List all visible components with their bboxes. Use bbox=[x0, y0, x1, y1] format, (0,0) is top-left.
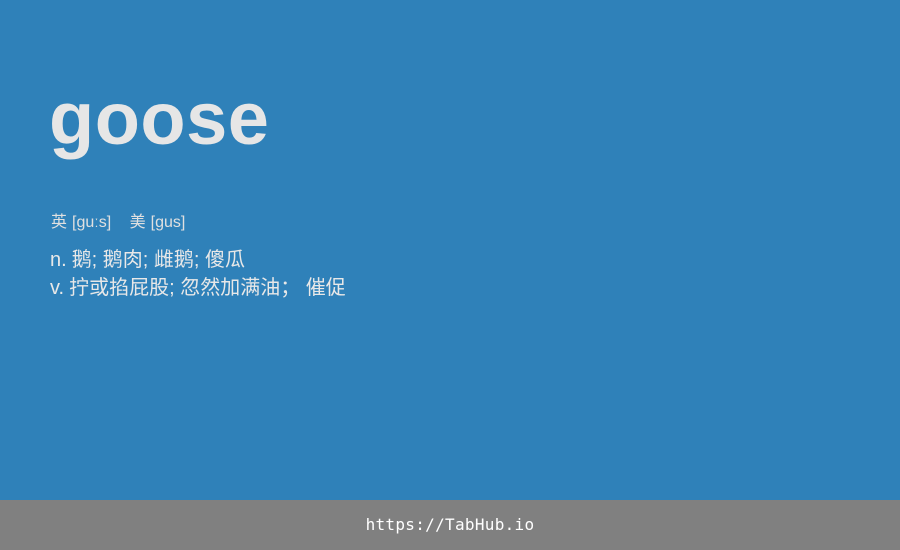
phonetic-uk: 英 [guːs] bbox=[51, 213, 111, 233]
word-title: goose bbox=[49, 77, 270, 160]
definition-verb: v. 拧或掐屁股; 忽然加满油； 催促 bbox=[50, 274, 346, 302]
tabhub-link[interactable]: https://TabHub.io bbox=[366, 514, 535, 536]
phonetic-region-us: 美 bbox=[129, 214, 146, 231]
definition-text: 拧或掐屁股; 忽然加满油； 催促 bbox=[69, 277, 346, 299]
definitions: n. 鹅; 鹅肉; 雌鹅; 傻瓜 v. 拧或掐屁股; 忽然加满油； 催促 bbox=[50, 246, 346, 302]
footer-bar: https://TabHub.io bbox=[0, 500, 900, 550]
word-card: goose 英 [guːs] 美 [gus] n. 鹅; 鹅肉; 雌鹅; 傻瓜 v. 拧… bbox=[0, 0, 900, 500]
part-of-speech: n. bbox=[50, 249, 67, 271]
phonetic-region-uk: 英 bbox=[51, 214, 68, 231]
phonetic-ipa-us: [gus] bbox=[150, 214, 186, 231]
phonetics: 英 [guːs] 美 [gus] bbox=[51, 213, 185, 233]
phonetic-ipa-uk: [guːs] bbox=[72, 214, 112, 231]
part-of-speech: v. bbox=[50, 277, 65, 299]
definition-noun: n. 鹅; 鹅肉; 雌鹅; 傻瓜 bbox=[50, 246, 346, 274]
definition-text: 鹅; 鹅肉; 雌鹅; 傻瓜 bbox=[71, 249, 246, 271]
phonetic-us: 美 [gus] bbox=[130, 213, 186, 233]
